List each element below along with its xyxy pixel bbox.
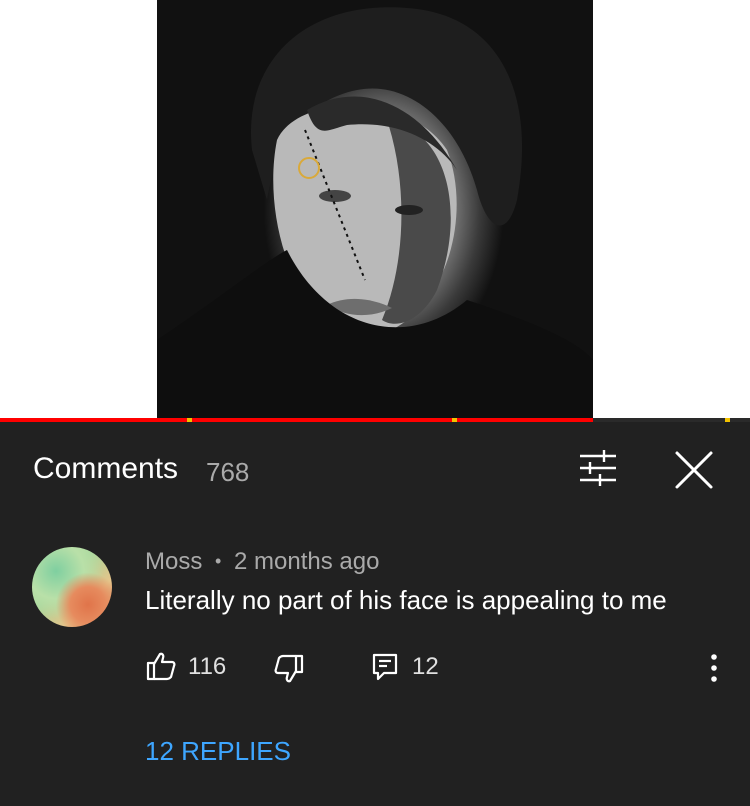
more-vertical-icon[interactable]: [707, 652, 721, 684]
view-replies-button[interactable]: 12 REPLIES: [145, 736, 291, 767]
video-frame-portrait: [157, 0, 593, 419]
thumbs-down-icon[interactable]: [273, 653, 305, 685]
meta-separator: •: [215, 551, 222, 571]
comment-meta: Moss • 2 months ago: [145, 548, 379, 576]
comments-panel: Comments 768 Moss • 2 months ago Literal…: [0, 422, 750, 806]
comment-time: 2 months ago: [234, 548, 380, 575]
thumbs-up-icon[interactable]: [145, 650, 177, 682]
like-count: 116: [188, 653, 227, 680]
comment-actions: 116 12: [145, 650, 725, 684]
reply-icon[interactable]: [372, 653, 398, 681]
close-icon[interactable]: [672, 448, 716, 492]
sliders-icon[interactable]: [576, 448, 620, 488]
comments-title: Comments: [33, 452, 179, 485]
comment-author[interactable]: Moss: [145, 548, 202, 576]
reply-count: 12: [412, 653, 439, 680]
avatar[interactable]: [32, 547, 112, 627]
comment-text: Literally no part of his face is appeali…: [145, 585, 667, 615]
video-player[interactable]: [0, 0, 750, 422]
comments-count: 768: [206, 457, 250, 487]
